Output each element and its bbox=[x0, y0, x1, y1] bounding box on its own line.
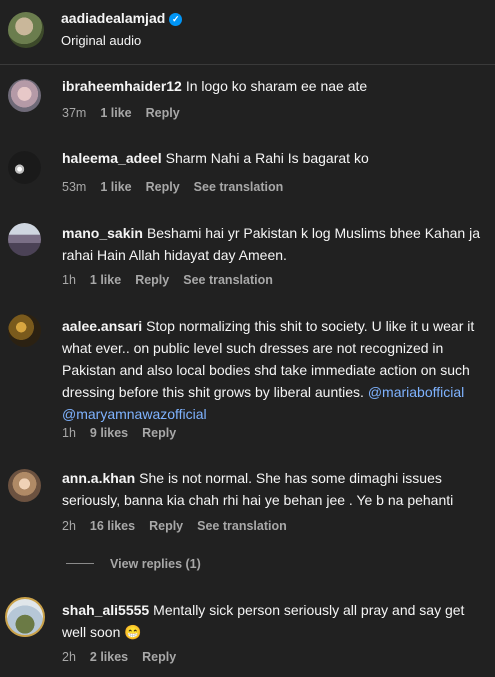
likes-count[interactable]: 2 likes bbox=[90, 650, 128, 664]
post-header: aadiadealamjad ✓ Original audio bbox=[0, 0, 495, 65]
comment-text: In logo ko sharam ee nae ate bbox=[185, 78, 368, 94]
comment-time: 1h bbox=[62, 273, 76, 287]
comment-meta: 53m 1 like Reply See translation bbox=[62, 180, 297, 194]
comment-meta: 1h 1 like Reply See translation bbox=[62, 273, 287, 287]
see-translation-button[interactable]: See translation bbox=[197, 519, 287, 533]
comment-username[interactable]: haleema_adeel bbox=[62, 150, 162, 166]
comment-username[interactable]: aalee.ansari bbox=[62, 318, 142, 334]
post-author[interactable]: aadiadealamjad ✓ bbox=[61, 10, 183, 26]
likes-count[interactable]: 1 like bbox=[90, 273, 121, 287]
avatar[interactable] bbox=[8, 79, 41, 112]
reply-button[interactable]: Reply bbox=[146, 106, 180, 120]
view-replies-button[interactable]: View replies (1) bbox=[66, 557, 201, 571]
comment-meta: 1h 9 likes Reply bbox=[62, 426, 190, 440]
grinning-emoji-icon: 😁 bbox=[124, 624, 142, 640]
reply-button[interactable]: Reply bbox=[149, 519, 183, 533]
comment-meta: 2h 16 likes Reply See translation bbox=[62, 519, 301, 533]
comment-body: shah_ali5555 Mentally sick person serious… bbox=[62, 599, 489, 643]
avatar[interactable] bbox=[8, 223, 41, 256]
comment-time: 1h bbox=[62, 426, 76, 440]
likes-count[interactable]: 1 like bbox=[100, 180, 131, 194]
comment-time: 53m bbox=[62, 180, 87, 194]
see-translation-button[interactable]: See translation bbox=[183, 273, 273, 287]
comment-username[interactable]: shah_ali5555 bbox=[62, 602, 149, 618]
verified-badge-icon: ✓ bbox=[169, 13, 183, 26]
likes-count[interactable]: 9 likes bbox=[90, 426, 128, 440]
see-translation-button[interactable]: See translation bbox=[194, 180, 284, 194]
comment-username[interactable]: mano_sakin bbox=[62, 225, 143, 241]
avatar[interactable] bbox=[8, 151, 41, 184]
comment-body: mano_sakin Beshami hai yr Pakistan k log … bbox=[62, 222, 489, 266]
post-author-username[interactable]: aadiadealamjad bbox=[61, 10, 165, 26]
avatar[interactable] bbox=[8, 469, 41, 502]
comment-username[interactable]: ibraheemhaider12 bbox=[62, 78, 182, 94]
comment-username[interactable]: ann.a.khan bbox=[62, 470, 135, 486]
comment-body: ann.a.khan She is not normal. She has som… bbox=[62, 467, 489, 511]
mention-link[interactable]: @mariabofficial bbox=[368, 384, 464, 400]
comment-meta: 37m 1 like Reply bbox=[62, 106, 194, 120]
reply-button[interactable]: Reply bbox=[142, 426, 176, 440]
comment-body: ibraheemhaider12 In logo ko sharam ee nae… bbox=[62, 75, 489, 97]
reply-button[interactable]: Reply bbox=[142, 650, 176, 664]
comment-time: 2h bbox=[62, 519, 76, 533]
avatar[interactable] bbox=[5, 597, 45, 637]
view-replies-label[interactable]: View replies (1) bbox=[110, 557, 201, 571]
likes-count[interactable]: 16 likes bbox=[90, 519, 135, 533]
avatar[interactable] bbox=[8, 314, 41, 347]
reply-button[interactable]: Reply bbox=[135, 273, 169, 287]
comment-time: 37m bbox=[62, 106, 87, 120]
comment-body: haleema_adeel Sharm Nahi a Rahi Is bagara… bbox=[62, 147, 489, 169]
audio-label[interactable]: Original audio bbox=[61, 33, 141, 48]
reply-button[interactable]: Reply bbox=[146, 180, 180, 194]
avatar[interactable] bbox=[8, 12, 44, 48]
comments-panel: aadiadealamjad ✓ Original audio ibraheemh… bbox=[0, 0, 495, 677]
comment-meta: 2h 2 likes Reply bbox=[62, 650, 190, 664]
likes-count[interactable]: 1 like bbox=[100, 106, 131, 120]
comment-body: aalee.ansari Stop normalizing this shit t… bbox=[62, 315, 489, 425]
comment-text: Sharm Nahi a Rahi Is bagarat ko bbox=[165, 150, 369, 166]
divider-line bbox=[66, 563, 94, 564]
comment-time: 2h bbox=[62, 650, 76, 664]
mention-link[interactable]: @maryamnawazofficial bbox=[62, 406, 207, 422]
